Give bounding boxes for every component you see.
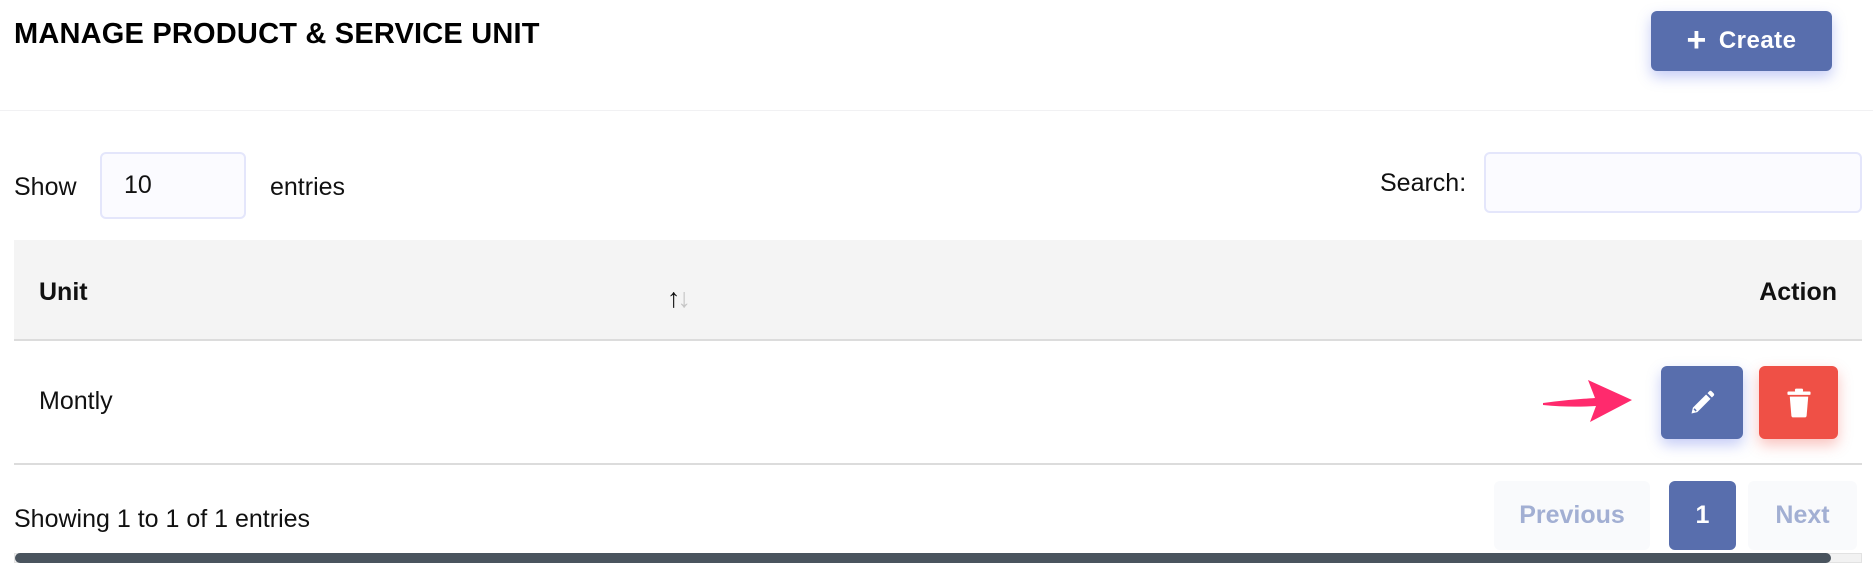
cell-unit: Montly xyxy=(39,387,113,415)
create-button-label: Create xyxy=(1718,27,1797,54)
header-divider xyxy=(0,110,1873,111)
pagination-page-1[interactable]: 1 xyxy=(1669,481,1736,550)
column-header-action: Action xyxy=(1759,278,1837,306)
table-header: Unit ↑↓ Action xyxy=(14,240,1862,341)
column-header-unit[interactable]: Unit xyxy=(39,278,88,307)
page-length-select[interactable] xyxy=(100,152,246,219)
search-label: Search: xyxy=(1380,169,1467,197)
trash-icon xyxy=(1786,388,1811,417)
table-info: Showing 1 to 1 of 1 entries xyxy=(14,505,311,533)
page-title: MANAGE PRODUCT & SERVICE UNIT xyxy=(14,18,540,50)
pagination-previous[interactable]: Previous xyxy=(1494,481,1650,550)
pagination-next[interactable]: Next xyxy=(1748,481,1857,550)
arrow-annotation-icon xyxy=(1543,380,1632,422)
entries-label: entries xyxy=(270,173,346,201)
scrollbar-thumb[interactable] xyxy=(15,553,1832,563)
sort-arrows-icon[interactable]: ↑↓ xyxy=(667,283,691,314)
pencil-icon xyxy=(1691,390,1715,413)
edit-button[interactable] xyxy=(1661,366,1743,439)
show-label: Show xyxy=(14,173,77,201)
create-button[interactable]: + Create xyxy=(1651,11,1832,71)
sort-down-icon: ↓ xyxy=(677,283,692,313)
horizontal-scrollbar[interactable] xyxy=(14,553,1862,563)
search-input[interactable] xyxy=(1484,152,1862,213)
delete-button[interactable] xyxy=(1759,366,1838,439)
plus-icon: + xyxy=(1686,20,1707,59)
